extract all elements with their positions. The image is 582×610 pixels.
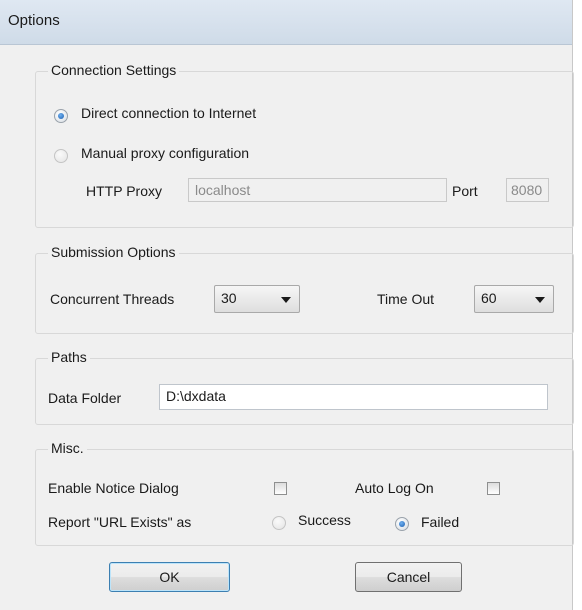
ok-button[interactable]: OK (109, 562, 230, 592)
options-dialog: Options Connection Settings Direct conne… (0, 0, 574, 610)
concurrent-threads-value: 30 (221, 290, 237, 306)
paths-label: Paths (48, 349, 90, 365)
concurrent-threads-label: Concurrent Threads (50, 291, 175, 307)
title-bar[interactable]: Options (0, 0, 572, 45)
paths-group: Paths Data Folder D:\dxdata (35, 349, 574, 425)
time-out-label: Time Out (377, 291, 435, 307)
direct-connection-radio[interactable] (54, 109, 68, 123)
submission-options-group: Submission Options Concurrent Threads 30… (35, 244, 574, 334)
report-url-exists-label: Report "URL Exists" as (48, 514, 192, 530)
manual-proxy-radio[interactable] (54, 149, 68, 163)
report-success-radio[interactable] (272, 516, 286, 530)
http-proxy-field[interactable]: localhost (188, 178, 447, 202)
chevron-down-icon (535, 297, 545, 303)
port-label: Port (452, 183, 478, 199)
enable-notice-dialog-checkbox[interactable] (274, 482, 287, 495)
report-success-label: Success (298, 512, 351, 528)
direct-connection-label: Direct connection to Internet (81, 105, 257, 121)
dialog-title: Options (8, 12, 60, 29)
chevron-down-icon (281, 297, 291, 303)
enable-notice-dialog-label: Enable Notice Dialog (48, 480, 179, 496)
manual-proxy-label: Manual proxy configuration (81, 145, 250, 161)
concurrent-threads-select[interactable]: 30 (214, 285, 300, 313)
port-field[interactable]: 8080 (506, 178, 549, 202)
report-failed-label: Failed (421, 514, 460, 530)
time-out-value: 60 (481, 290, 497, 306)
misc-group: Misc. Enable Notice Dialog Auto Log On R… (35, 440, 574, 546)
auto-log-on-checkbox[interactable] (487, 482, 500, 495)
submission-options-label: Submission Options (48, 244, 179, 260)
cancel-button[interactable]: Cancel (355, 562, 462, 592)
http-proxy-label: HTTP Proxy (86, 183, 162, 199)
connection-settings-label: Connection Settings (48, 62, 180, 78)
auto-log-on-label: Auto Log On (355, 480, 434, 496)
time-out-select[interactable]: 60 (474, 285, 554, 313)
misc-label: Misc. (48, 440, 87, 456)
connection-settings-group: Connection Settings Direct connection to… (35, 62, 574, 228)
data-folder-label: Data Folder (48, 390, 122, 406)
report-failed-radio[interactable] (395, 517, 409, 531)
data-folder-input[interactable]: D:\dxdata (159, 384, 548, 410)
